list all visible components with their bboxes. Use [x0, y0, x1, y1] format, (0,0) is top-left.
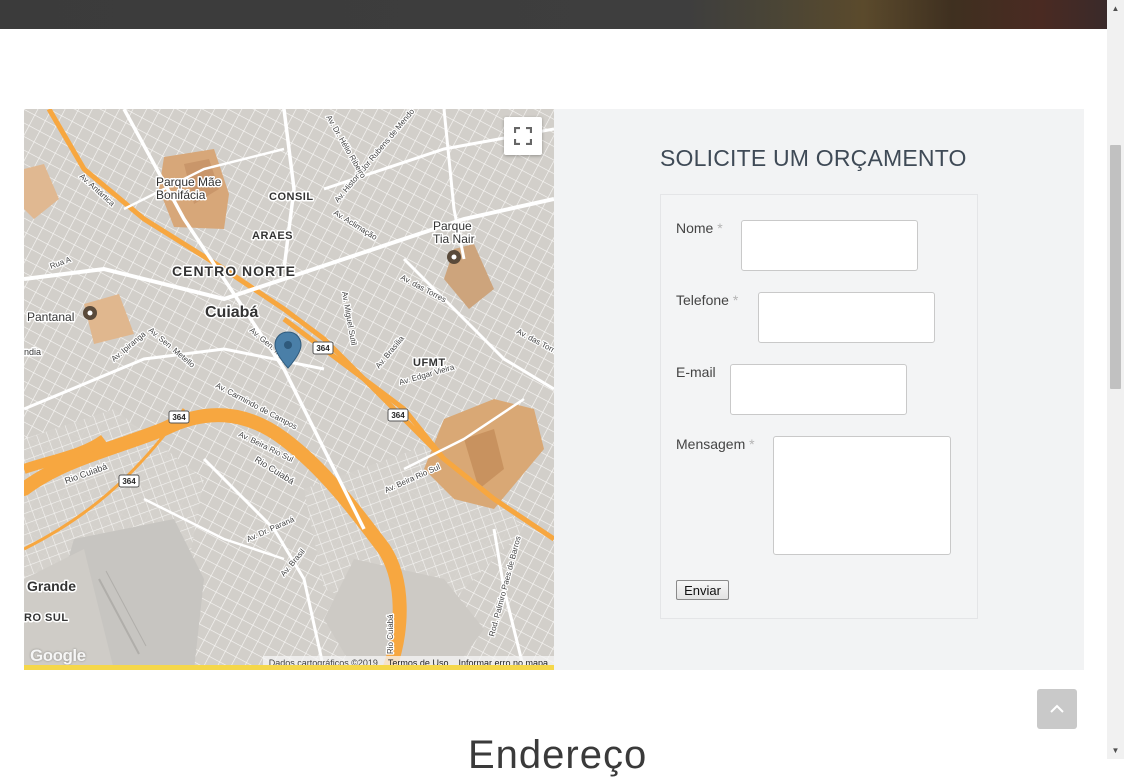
svg-text:364: 364: [172, 413, 186, 422]
map-fullscreen-button[interactable]: [504, 117, 542, 155]
required-mark: *: [749, 436, 755, 452]
google-logo[interactable]: Google: [30, 646, 86, 666]
fullscreen-icon: [514, 127, 532, 145]
scroll-to-top-button[interactable]: [1037, 689, 1077, 729]
quote-form: Nome * Telefone * E-mail Mensagem * Envi…: [660, 194, 978, 619]
svg-text:364: 364: [122, 477, 136, 486]
address-section-heading: Endereço: [468, 733, 648, 777]
message-label: Mensagem *: [676, 436, 755, 452]
submit-button[interactable]: Enviar: [676, 580, 729, 600]
scrollbar-thumb[interactable]: [1110, 145, 1121, 389]
required-mark: *: [717, 220, 723, 236]
email-label: E-mail: [676, 364, 716, 380]
scroll-down-arrow-icon[interactable]: ▼: [1107, 742, 1124, 759]
phone-input[interactable]: [758, 292, 935, 343]
map-label-grande: Grande: [27, 578, 76, 594]
pantanal-poi-icon: [83, 306, 97, 320]
highway-shield-364: 364: [312, 341, 334, 355]
email-input[interactable]: [730, 364, 907, 415]
phone-label: Telefone *: [676, 292, 739, 308]
required-mark: *: [732, 292, 739, 308]
map-label-ro-sul: RO SUL: [24, 612, 69, 624]
message-textarea[interactable]: [773, 436, 951, 555]
chevron-up-icon: [1050, 704, 1064, 713]
map-label-landia: ndia: [24, 347, 41, 357]
map-embed[interactable]: Parque Mãe Bonifácia CONSIL ARAES CENTRO …: [24, 109, 554, 670]
scroll-up-arrow-icon[interactable]: ▲: [1107, 0, 1124, 17]
page-scrollbar[interactable]: ▲ ▼: [1107, 0, 1124, 759]
highway-shield-364: 364: [118, 474, 140, 488]
map-canvas[interactable]: Parque Mãe Bonifácia CONSIL ARAES CENTRO …: [24, 109, 554, 670]
top-banner-image: [0, 0, 1107, 29]
map-road-rio-cuiaba-v: Rio Cuiabá: [386, 614, 395, 654]
map-label-parque-tia-nair: Parque Tia Nair: [433, 219, 475, 246]
highway-shield-364: 364: [387, 408, 409, 422]
map-label-cuiaba: Cuiabá: [205, 304, 258, 321]
name-label: Nome *: [676, 220, 723, 236]
quote-form-panel: SOLICITE UM ORÇAMENTO Nome * Telefone * …: [554, 109, 1084, 670]
svg-text:364: 364: [316, 344, 330, 353]
map-label-pantanal: Pantanal: [27, 310, 74, 324]
highway-shield-364: 364: [168, 410, 190, 424]
map-label-centro-norte: CENTRO NORTE: [172, 263, 296, 279]
form-title: SOLICITE UM ORÇAMENTO: [660, 145, 967, 171]
name-input[interactable]: [741, 220, 918, 271]
park-poi-icon: [447, 250, 461, 264]
map-label-consil: CONSIL: [269, 191, 314, 203]
map-label-araes: ARAES: [252, 230, 293, 242]
svg-text:364: 364: [391, 411, 405, 420]
map-bottom-accent: [24, 665, 554, 670]
